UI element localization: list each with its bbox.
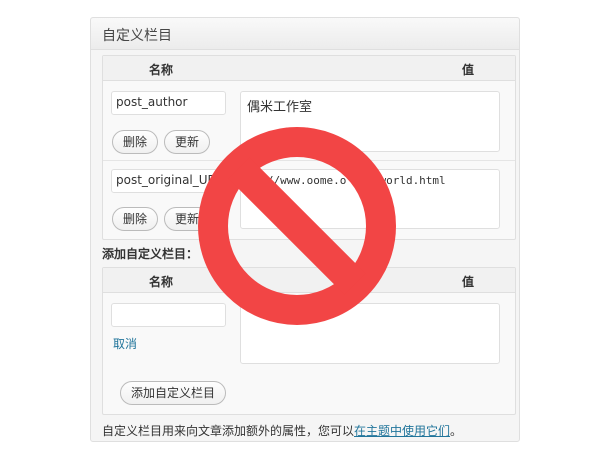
existing-fields-table: 名称 值 post_author 偶米工作室 删除 更新 post_origin… (102, 55, 516, 240)
metabox-header[interactable]: 自定义栏目 (91, 18, 519, 50)
column-header-value: 值 (462, 63, 475, 77)
new-field-value-textarea[interactable] (240, 303, 500, 364)
add-field-title: 添加自定义栏目： (102, 247, 199, 261)
metabox-title: 自定义栏目 (102, 28, 172, 44)
column-header-value: 值 (462, 275, 475, 289)
table-header: 名称 值 (103, 56, 515, 81)
table-header: 名称 值 (103, 268, 515, 293)
field-key-input[interactable]: post_original_UR (111, 169, 226, 193)
new-field-key-input[interactable] (111, 303, 226, 327)
delete-button[interactable]: 删除 (112, 130, 159, 154)
field-key-input[interactable]: post_author (111, 91, 226, 115)
field-value-textarea[interactable]: 偶米工作室 (240, 91, 500, 152)
add-custom-field-button[interactable]: 添加自定义栏目 (120, 381, 227, 405)
field-value-textarea[interactable]: tp://www.oome.o llo-world.html (240, 169, 500, 229)
update-button[interactable]: 更新 (164, 207, 211, 231)
column-header-name: 名称 (149, 275, 174, 289)
cancel-link[interactable]: 取消 (113, 335, 137, 352)
delete-button[interactable]: 删除 (112, 207, 159, 231)
use-in-theme-link[interactable]: 在主题中使用它们 (354, 424, 450, 438)
row-divider (103, 160, 515, 161)
update-button[interactable]: 更新 (164, 130, 211, 154)
custom-fields-metabox: 自定义栏目 名称 值 post_author 偶米工作室 删除 更新 post_… (90, 17, 520, 442)
add-field-table: 名称 值 取消 添加自定义栏目 (102, 267, 516, 415)
column-header-name: 名称 (149, 63, 174, 77)
help-text: 自定义栏目用来向文章添加额外的属性，您可以在主题中使用它们。 (102, 424, 463, 438)
